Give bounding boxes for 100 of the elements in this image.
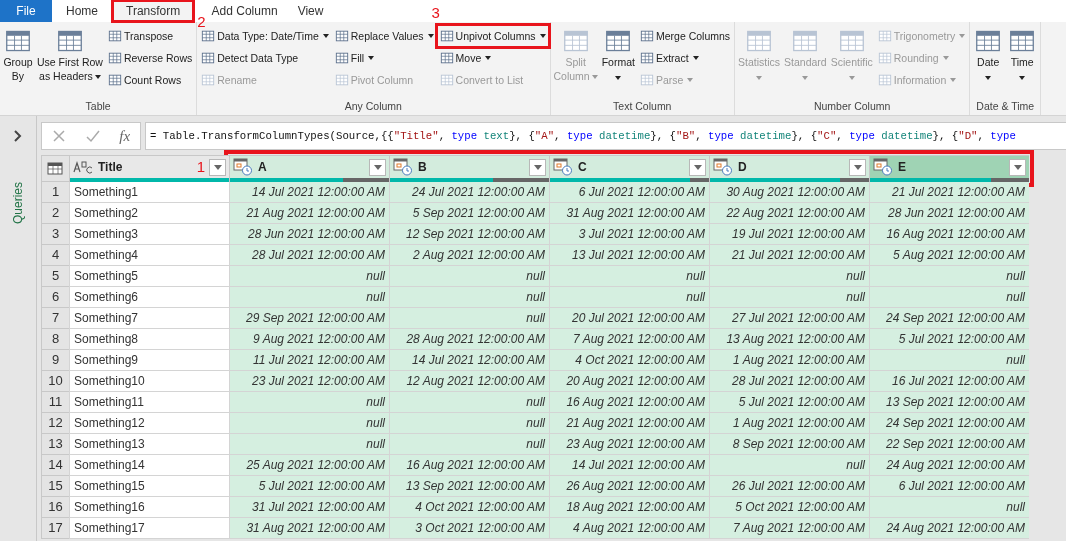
grid-icon: [639, 73, 654, 87]
ribbon-tab[interactable]: File: [0, 0, 52, 22]
table-cell: 23 Aug 2021 12:00:00 AM: [549, 434, 709, 455]
table-cell: 28 Jun 2021 12:00:00 AM: [229, 224, 389, 245]
function-label[interactable]: fx: [119, 127, 131, 145]
filter-button[interactable]: [849, 158, 866, 176]
caret-icon: [427, 34, 434, 38]
grid-icon: [334, 51, 349, 65]
table-cell: Something11: [69, 392, 229, 413]
grid-icon: [201, 51, 216, 65]
ribbon-tab[interactable]: Transform: [112, 0, 195, 22]
column-header[interactable]: C: [549, 155, 709, 182]
column-header[interactable]: A: [229, 155, 389, 182]
grid-icon: [201, 29, 216, 43]
table-cell: 4 Aug 2021 12:00:00 AM: [549, 518, 709, 539]
ribbon-button[interactable]: Fill: [332, 48, 436, 68]
grid-icon: [639, 29, 654, 43]
grid-icon: [334, 29, 349, 43]
chevron-icon[interactable]: [13, 130, 23, 142]
table-cell: Something7: [69, 308, 229, 329]
table-cell: 7 Aug 2021 12:00:00 AM: [549, 329, 709, 350]
queries-label[interactable]: Queries: [11, 182, 25, 224]
table-cell: 16 Aug 2021 12:00:00 AM: [549, 392, 709, 413]
group-label: Text Column: [612, 100, 673, 112]
caret-icon: [692, 56, 699, 60]
table-cell: 29 Sep 2021 12:00:00 AM: [229, 308, 389, 329]
ribbon-tab[interactable]: Home: [52, 0, 112, 22]
grid-icon: [838, 28, 865, 54]
calendar-clock-icon: [713, 158, 733, 176]
filter-button[interactable]: [689, 158, 706, 176]
row-number: 3: [41, 224, 69, 245]
ribbon-button[interactable]: Date: [972, 26, 1005, 100]
grid-icon: [605, 28, 632, 54]
table-cell: null: [709, 266, 869, 287]
table-cell: null: [229, 434, 389, 455]
table-cell: 27 Jul 2021 12:00:00 AM: [709, 308, 869, 329]
caret-icon: [1019, 75, 1026, 80]
table-cell: 12 Aug 2021 12:00:00 AM: [389, 371, 549, 392]
ribbon-button[interactable]: Detect Data Type: [199, 48, 331, 68]
ribbon-tab[interactable]: View: [291, 0, 338, 22]
column-header[interactable]: Title 1: [69, 155, 229, 182]
table-cell: null: [389, 413, 549, 434]
grid-icon: [877, 29, 892, 43]
table-cell: Something12: [69, 413, 229, 434]
check-icon[interactable]: [85, 129, 100, 143]
column-header[interactable]: E: [869, 155, 1029, 182]
table-cell: 3 Jul 2021 12:00:00 AM: [549, 224, 709, 245]
ribbon-tab[interactable]: Add Column: [205, 0, 292, 22]
table-cell: Something13: [69, 434, 229, 455]
caret-icon: [94, 74, 101, 79]
ribbon-button[interactable]: Time: [1006, 26, 1039, 100]
caret-icon: [848, 75, 855, 80]
grid-icon: [201, 73, 216, 87]
row-number: 9: [41, 350, 69, 371]
row-number: 12: [41, 413, 69, 434]
grid-icon: [107, 51, 122, 65]
ribbon-button[interactable]: Format: [600, 26, 636, 100]
ribbon-button[interactable]: Count Rows: [105, 70, 195, 90]
table-cell: 4 Oct 2021 12:00:00 AM: [389, 497, 549, 518]
table-cell: null: [869, 350, 1029, 371]
table-menu-button[interactable]: [41, 155, 69, 182]
ribbon-button[interactable]: Reverse Rows: [105, 48, 195, 68]
table-cell: 19 Jul 2021 12:00:00 AM: [709, 224, 869, 245]
column-name: C: [578, 160, 587, 174]
grid-icon: [639, 51, 654, 65]
ribbon-button[interactable]: Transpose: [105, 26, 195, 46]
formula-field[interactable]: = Table.TransformColumnTypes(Source,{{"Title", type text}, {"A", type datetime}, {"B", type datetime}, {"C", type datetime}, {"D", type: [145, 122, 1066, 150]
table-cell: null: [549, 287, 709, 308]
column-header[interactable]: D: [709, 155, 869, 182]
table-cell: 22 Aug 2021 12:00:00 AM: [709, 203, 869, 224]
column-name: A: [258, 160, 267, 174]
column-name: B: [418, 160, 427, 174]
ribbon-button[interactable]: Use First Row as Headers: [36, 26, 104, 100]
row-number: 4: [41, 245, 69, 266]
table-cell: null: [229, 413, 389, 434]
annotation-number: 1: [196, 158, 205, 175]
ribbon-button[interactable]: Extract: [637, 48, 733, 68]
filter-button[interactable]: [209, 158, 226, 176]
table-cell: 22 Sep 2021 12:00:00 AM: [869, 434, 1029, 455]
filter-button[interactable]: [369, 158, 386, 176]
table-cell: 24 Sep 2021 12:00:00 AM: [869, 413, 1029, 434]
table-cell: 24 Aug 2021 12:00:00 AM: [869, 518, 1029, 539]
table-cell: null: [389, 392, 549, 413]
column-header[interactable]: B: [389, 155, 549, 182]
group-label: Date & Time: [975, 100, 1036, 112]
filter-button[interactable]: [529, 158, 546, 176]
filter-button[interactable]: [1009, 158, 1026, 176]
ribbon-button[interactable]: Move: [437, 48, 548, 68]
table-cell: 13 Aug 2021 12:00:00 AM: [709, 329, 869, 350]
table-cell: 5 Jul 2021 12:00:00 AM: [229, 476, 389, 497]
table-cell: 20 Aug 2021 12:00:00 AM: [549, 371, 709, 392]
table-cell: null: [389, 287, 549, 308]
ribbon-button[interactable]: Merge Columns: [637, 26, 733, 46]
table-cell: null: [709, 287, 869, 308]
ribbon-button[interactable]: Group By: [2, 26, 34, 100]
table-cell: Something3: [69, 224, 229, 245]
grid-icon: [334, 73, 349, 87]
ribbon-button[interactable]: Replace Values: [332, 26, 436, 46]
table-cell: 11 Jul 2021 12:00:00 AM: [229, 350, 389, 371]
column-name: E: [898, 160, 906, 174]
